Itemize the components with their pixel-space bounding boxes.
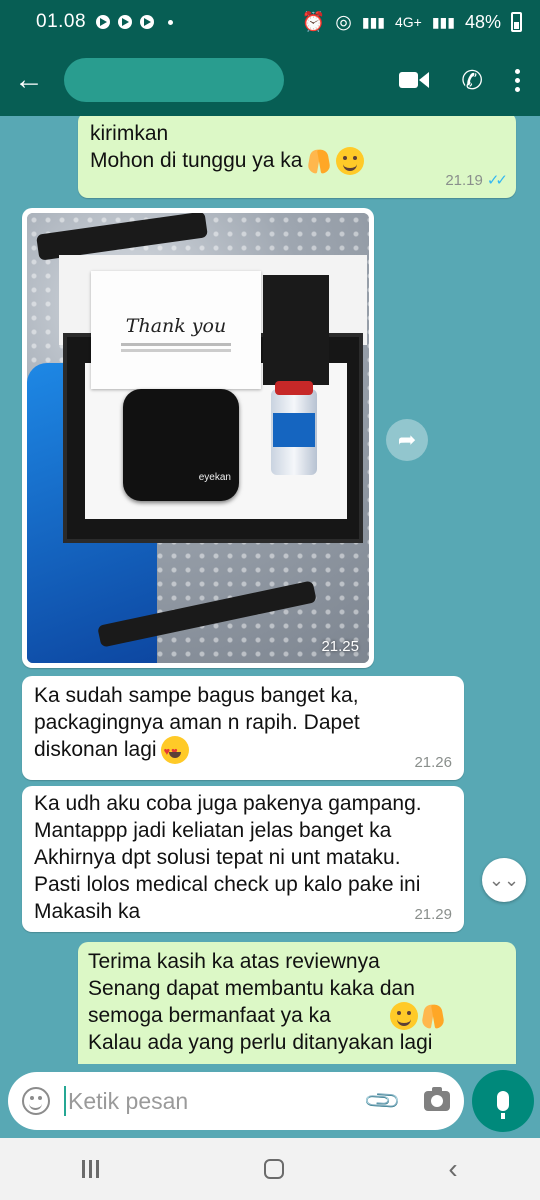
- message-input-box[interactable]: 📎: [8, 1072, 464, 1130]
- contact-name[interactable]: [64, 58, 284, 102]
- message-bubble-incoming[interactable]: Ka sudah sampe bagus banget ka, packagin…: [22, 676, 464, 780]
- mic-button[interactable]: [472, 1070, 534, 1132]
- product-photo[interactable]: Thank you eyekan 21.25: [27, 213, 369, 663]
- status-bar: 01.08 ⏰ ◎ ▮▮▮ 4G+ ▮▮▮ 48%: [0, 0, 540, 44]
- heart-eyes-emoji: [160, 736, 189, 766]
- emoji-icon[interactable]: [22, 1087, 50, 1115]
- message-time: 21.19: [445, 172, 483, 189]
- message-text: Ka sudah sampe bagus banget ka, packagin…: [34, 682, 452, 766]
- nav-recent-icon[interactable]: [82, 1160, 100, 1178]
- thank-you-text: Thank you: [125, 315, 227, 337]
- notification-icon: [140, 15, 155, 29]
- header-actions: ✆: [399, 65, 526, 96]
- system-nav-bar: ‹: [0, 1138, 540, 1200]
- image-message[interactable]: Thank you eyekan 21.25: [22, 208, 374, 668]
- alarm-icon: ⏰: [301, 12, 326, 33]
- more-options-icon[interactable]: [515, 68, 520, 92]
- scroll-down-icon[interactable]: ⌄⌄: [482, 858, 526, 902]
- message-time: 21.29: [414, 906, 452, 923]
- status-right: ⏰ ◎ ▮▮▮ 4G+ ▮▮▮ 48%: [302, 10, 522, 34]
- text-cursor: [64, 1086, 66, 1116]
- message-bubble-outgoing[interactable]: Terima kasih ka atas reviewnya Senang da…: [78, 942, 516, 1064]
- message-text: kirimkan Mohon di tunggu ya ka: [90, 120, 504, 176]
- lens-case: eyekan: [123, 389, 239, 501]
- signal-icon-2: ▮▮▮: [431, 13, 455, 30]
- attach-icon[interactable]: 📎: [362, 1080, 404, 1122]
- forward-icon[interactable]: ➦: [386, 419, 428, 461]
- thank-you-card: Thank you: [91, 271, 261, 389]
- smiling-face-emoji: [390, 1002, 418, 1030]
- video-call-icon[interactable]: [399, 69, 430, 91]
- folded-hands-emoji: [306, 147, 332, 175]
- battery-icon: [511, 12, 522, 32]
- mic-icon: [497, 1091, 509, 1119]
- message-text: Ka udh aku coba juga pakenya gampang. Ma…: [34, 792, 422, 923]
- battery-level: 48%: [464, 11, 501, 32]
- voice-call-icon[interactable]: ✆: [461, 65, 483, 96]
- network-type: 4G+: [394, 14, 422, 30]
- back-arrow-icon[interactable]: ←: [14, 65, 44, 95]
- message-bubble-incoming[interactable]: Ka udh aku coba juga pakenya gampang. Ma…: [22, 786, 464, 932]
- read-ticks-icon: ✓✓: [486, 172, 508, 189]
- chat-area[interactable]: kirimkan Mohon di tunggu ya ka 21.19 ✓✓ …: [0, 116, 540, 1064]
- notification-icon: [118, 15, 133, 29]
- message-bubble-outgoing[interactable]: kirimkan Mohon di tunggu ya ka 21.19 ✓✓: [78, 116, 516, 198]
- smiling-face-emoji: [336, 147, 365, 176]
- more-notifications-icon: [168, 19, 174, 25]
- compose-bar: 📎: [0, 1064, 540, 1138]
- message-time: 21.26: [414, 754, 452, 771]
- signal-icon: ▮▮▮: [361, 13, 385, 30]
- camera-icon[interactable]: [424, 1087, 450, 1111]
- message-meta: 21.29: [414, 901, 452, 928]
- status-time: 01.08: [36, 11, 87, 32]
- message-input[interactable]: [68, 1087, 338, 1115]
- nav-home-icon[interactable]: [263, 1159, 284, 1179]
- hotspot-icon: ◎: [335, 11, 352, 33]
- message-time: 21.25: [321, 638, 359, 655]
- nav-back-icon[interactable]: ‹: [448, 1153, 457, 1185]
- notification-icon: [96, 15, 111, 29]
- message-meta: 21.26: [414, 749, 452, 776]
- message-meta: 21.19 ✓✓: [445, 167, 508, 194]
- chat-header: ← ✆: [0, 44, 540, 116]
- brand-label: eyekan: [198, 472, 231, 483]
- folded-hands-emoji: [420, 1002, 446, 1030]
- notification-icons: [96, 15, 174, 29]
